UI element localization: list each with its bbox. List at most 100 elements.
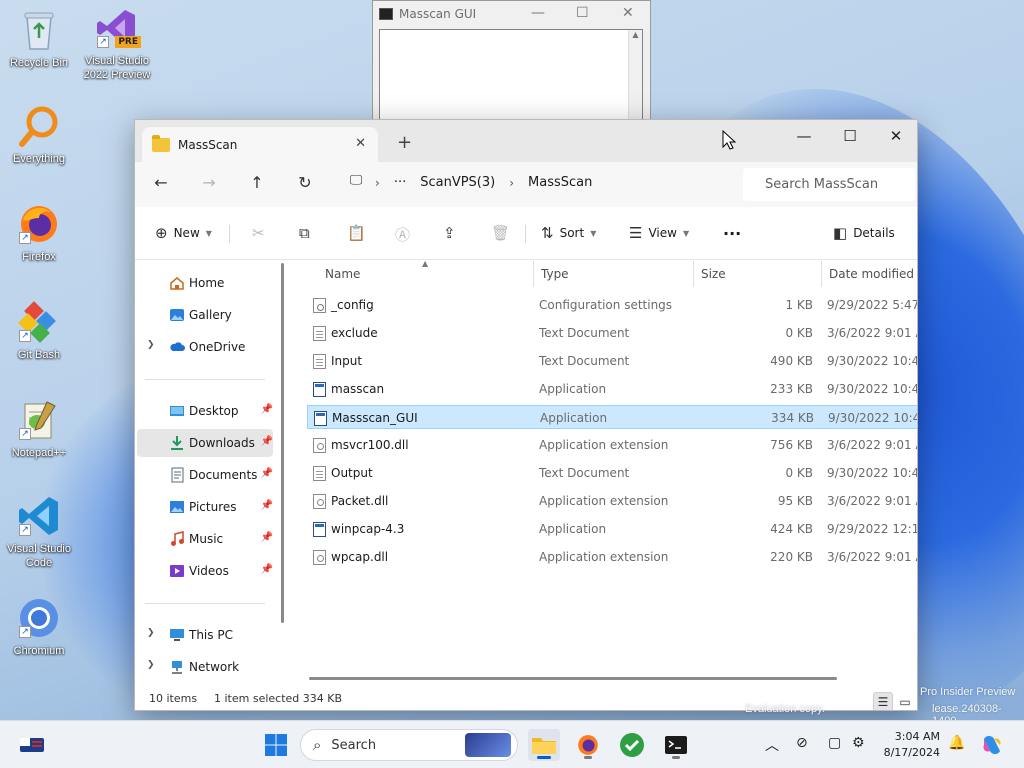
nav-item-pictures[interactable]: Pictures 📌 [137, 493, 273, 521]
nav-item-home[interactable]: Home [137, 269, 273, 297]
bell-icon[interactable]: 🔔 [948, 735, 965, 751]
nav-item-downloads[interactable]: Downloads 📌 [137, 429, 273, 457]
masscan-gui-titlebar[interactable]: Masscan GUI [373, 1, 650, 27]
copilot-icon[interactable] [976, 729, 1008, 761]
column-divider[interactable] [693, 261, 694, 287]
chevron-right-icon[interactable]: ❯ [147, 660, 155, 670]
pin-icon[interactable]: 📌 [261, 404, 273, 415]
refresh-button[interactable]: ↻ [293, 173, 317, 192]
nav-item-videos[interactable]: Videos 📌 [137, 557, 273, 585]
minimize-button[interactable]: — [531, 5, 545, 21]
desktop-icon-everything[interactable]: Everything [1, 104, 77, 166]
file-row[interactable]: masscan Application 233 KB 9/30/2022 10:… [307, 377, 917, 401]
nav-item-gallery[interactable]: Gallery [137, 301, 273, 329]
breadcrumb-more[interactable]: ··· [394, 175, 406, 190]
taskbar-search-box[interactable]: ⌕ Search [300, 729, 518, 761]
masscan-gui-window[interactable]: Masscan GUI — ☐ ✕ ▲ [372, 0, 651, 130]
view-button[interactable]: ☰ View ▼ [629, 224, 689, 242]
taskbar-terminal[interactable] [660, 729, 692, 761]
close-button[interactable]: ✕ [622, 5, 634, 21]
file-row[interactable]: Output Text Document 0 KB 9/30/2022 10:4… [307, 461, 917, 485]
forward-button[interactable]: → [197, 173, 221, 192]
column-divider[interactable] [821, 261, 822, 287]
sort-button[interactable]: ⇅ Sort ▼ [541, 224, 596, 242]
copy-button[interactable]: ⧉ [299, 224, 316, 242]
chevron-right-icon[interactable]: ❯ [147, 340, 155, 350]
weather-widget-icon[interactable] [16, 729, 48, 761]
see-more-button[interactable]: ··· [723, 224, 741, 243]
minimize-button[interactable]: — [781, 124, 827, 148]
desktop-icon-vscode[interactable]: ↗ Visual Studio Code [1, 494, 77, 570]
back-button[interactable]: ← [149, 173, 173, 192]
desktop-icon-label: Visual Studio 2022 Preview [83, 55, 151, 81]
tab-massscan[interactable]: MassScan ✕ [142, 127, 378, 162]
share-button[interactable]: ⇪ [443, 224, 462, 242]
taskbar-checkmark-app[interactable] [616, 729, 648, 761]
desktop-icon-visual-studio[interactable]: PRE ↗ Visual Studio 2022 Preview [79, 6, 155, 82]
breadcrumb-parent[interactable]: ScanVPS(3) [420, 175, 495, 190]
pictures-icon [169, 499, 185, 515]
horizontal-scrollbar[interactable] [309, 677, 837, 680]
file-row[interactable]: msvcr100.dll Application extension 756 K… [307, 433, 917, 457]
file-row[interactable]: winpcap-4.3 Application 424 KB 9/29/2022… [307, 517, 917, 541]
desktop-icon-notepad-plus-plus[interactable]: ↗ Notepad++ [1, 398, 77, 460]
file-row[interactable]: exclude Text Document 0 KB 3/6/2022 9:01… [307, 321, 917, 345]
nav-item-desktop[interactable]: Desktop 📌 [137, 397, 273, 425]
nav-item-music[interactable]: Music 📌 [137, 525, 273, 553]
nav-item-documents[interactable]: Documents 📌 [137, 461, 273, 489]
pin-icon[interactable]: 📌 [261, 564, 273, 575]
clock[interactable]: 3:04 AM 8/17/2024 [880, 729, 940, 761]
file-row-selected[interactable]: Massscan_GUI Application 334 KB 9/30/202… [307, 405, 917, 429]
desktop-icon-label: Firefox [22, 251, 56, 263]
desktop-icon-recycle-bin[interactable]: Recycle Bin [1, 8, 77, 70]
pin-icon[interactable]: 📌 [261, 436, 273, 447]
delete-button[interactable]: 🗑 [491, 224, 516, 242]
column-divider[interactable] [533, 261, 534, 287]
up-button[interactable]: ↑ [245, 173, 269, 192]
taskbar-file-explorer[interactable] [528, 729, 560, 761]
chevron-up-icon[interactable]: ︿ [765, 735, 779, 755]
nav-item-this-pc[interactable]: ❯ This PC [137, 621, 273, 649]
desktop-icon-chromium[interactable]: ↗ Chromium [1, 596, 77, 658]
cut-button[interactable]: ✂ [252, 224, 271, 242]
search-input[interactable]: Search MassScan [743, 168, 915, 201]
maximize-button[interactable]: ☐ [576, 5, 589, 21]
details-view-button[interactable]: ☰ [873, 692, 893, 710]
column-header-name[interactable]: Name [325, 267, 360, 281]
chevron-right-icon[interactable]: ❯ [147, 628, 155, 638]
nav-item-onedrive[interactable]: ❯ OneDrive [137, 333, 273, 361]
column-header-type[interactable]: Type [541, 267, 569, 281]
masscan-gui-textbox[interactable]: ▲ [379, 29, 643, 125]
column-header-size[interactable]: Size [701, 267, 726, 281]
breadcrumb: › ··· ScanVPS(3) › MassScan [345, 175, 606, 190]
pin-icon[interactable]: 📌 [261, 532, 273, 543]
nav-scrollbar[interactable] [281, 263, 284, 623]
new-tab-button[interactable]: + [397, 132, 412, 153]
column-header-date[interactable]: Date modified [829, 267, 914, 281]
textbox-scrollbar[interactable]: ▲ [628, 30, 642, 124]
close-button[interactable]: ✕ [873, 124, 917, 148]
paste-button[interactable]: 📋 [347, 224, 372, 242]
pin-icon[interactable]: 📌 [261, 500, 273, 511]
taskbar-firefox[interactable] [572, 729, 604, 761]
details-button[interactable]: ◧ Details [833, 224, 895, 242]
display-icon[interactable]: ▢ [828, 735, 841, 751]
rename-button[interactable]: Ⓐ [395, 224, 416, 245]
tab-close-icon[interactable]: ✕ [355, 136, 366, 151]
new-button[interactable]: ⊕ New ▼ [155, 224, 212, 242]
pin-icon[interactable]: 📌 [261, 468, 273, 479]
file-row[interactable]: _config Configuration settings 1 KB 9/29… [307, 293, 917, 317]
file-row[interactable]: wpcap.dll Application extension 220 KB 3… [307, 545, 917, 569]
large-icons-view-button[interactable]: ▭ [895, 692, 915, 710]
desktop-icon-git-bash[interactable]: ↗ Git Bash [1, 300, 77, 362]
start-button[interactable] [260, 729, 292, 761]
nav-item-network[interactable]: ❯ Network [137, 653, 273, 681]
breadcrumb-current[interactable]: MassScan [528, 175, 592, 190]
network-offline-icon[interactable]: ⊘ [796, 735, 808, 751]
accessibility-icon[interactable]: ⚙ [852, 735, 865, 751]
file-row[interactable]: Input Text Document 490 KB 9/30/2022 10:… [307, 349, 917, 373]
desktop-icon-firefox[interactable]: ↗ Firefox [1, 202, 77, 264]
file-explorer-window[interactable]: MassScan ✕ + — ☐ ✕ ← → ↑ ↻ 🖵 › ··· ScanV… [134, 119, 918, 711]
file-row[interactable]: Packet.dll Application extension 95 KB 3… [307, 489, 917, 513]
maximize-button[interactable]: ☐ [827, 124, 873, 148]
